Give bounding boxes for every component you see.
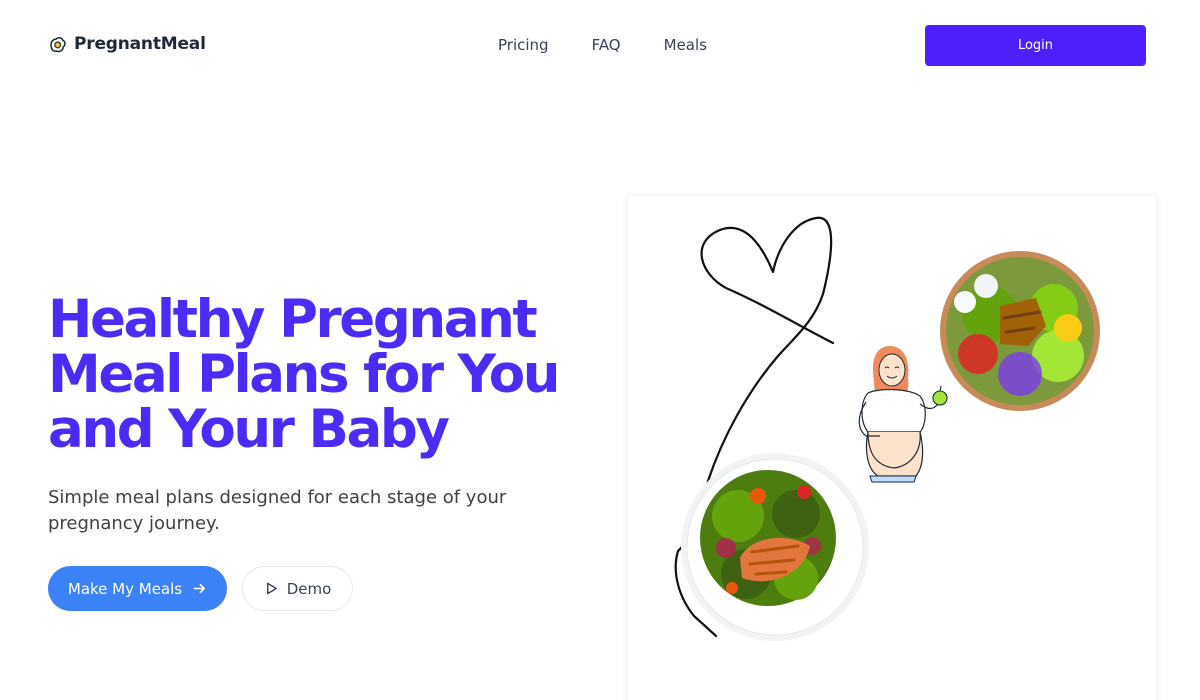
play-icon [266,582,277,595]
arrow-right-icon [193,583,206,594]
demo-label: Demo [286,579,332,598]
salmon-salad-plate [681,453,869,641]
hero-illustration [674,216,1100,641]
make-my-meals-label: Make My Meals [67,579,183,598]
brand-logo-link[interactable]: PregnantMeal [48,34,206,54]
nav-link-faq[interactable]: FAQ [592,36,621,54]
hero-title: Healthy Pregnant Meal Plans for You and … [48,289,560,460]
make-my-meals-button[interactable]: Make My Meals [48,566,227,611]
hero-subtitle: Simple meal plans designed for each stag… [48,487,507,534]
pregnant-woman-illustration [858,346,948,483]
nav-link-pricing[interactable]: Pricing [498,36,549,54]
brand-name: PregnantMeal [74,34,206,54]
chicken-bowl-plate [940,251,1100,411]
top-navbar: PregnantMeal Pricing FAQ Meals Login [0,0,1200,90]
nav-link-meals[interactable]: Meals [664,36,707,54]
nav-links: Pricing FAQ Meals [498,36,707,54]
egg-icon [50,36,66,52]
hero-illustration-card [628,196,1156,700]
login-button[interactable]: Login [925,25,1146,66]
cta-row: Make My Meals Demo [48,566,353,611]
demo-button[interactable]: Demo [242,566,353,611]
